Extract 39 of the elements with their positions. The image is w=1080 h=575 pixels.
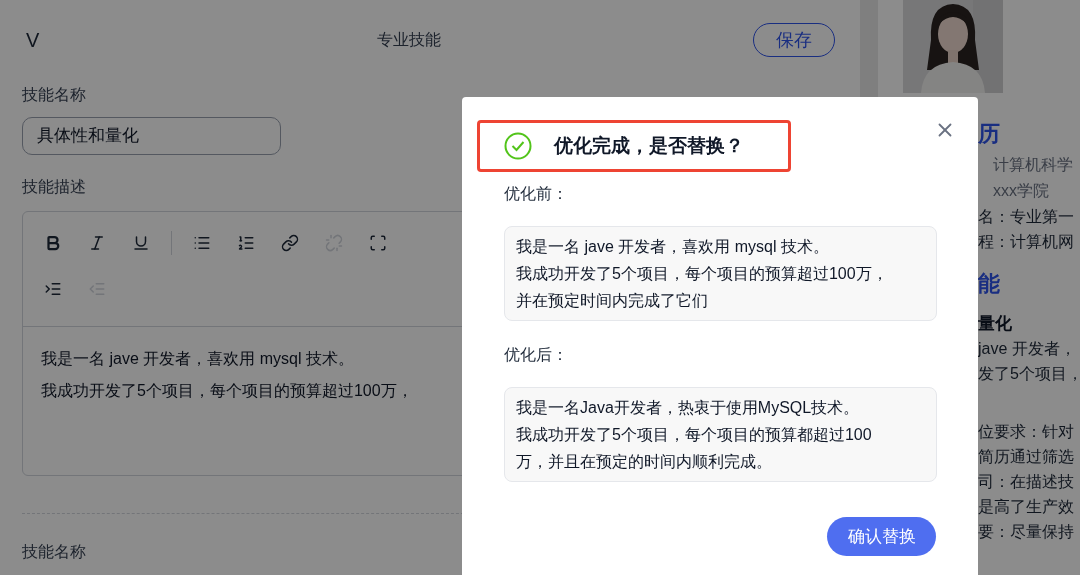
link-icon — [281, 234, 299, 252]
before-label: 优化前： — [504, 184, 569, 204]
confirm-replace-button[interactable]: 确认替换 — [827, 517, 936, 556]
resume-text: 量化 — [978, 313, 1013, 335]
resume-text: 简历通过筛选 — [978, 447, 1075, 467]
field-label: 技能名称 — [22, 542, 86, 562]
field-label: 技能名称 — [22, 85, 86, 105]
resume-text: 名：专业第一 — [978, 207, 1075, 227]
numbered-list-icon — [237, 234, 255, 252]
resume-text: 要：尽量保持 — [978, 522, 1075, 542]
skill-name-field[interactable]: 具体性和量化 — [22, 117, 281, 155]
before-text: 我是一名 jave 开发者，喜欢用 mysql 技术。 我成功开发了5个项目，每个项目的预算超过100万， 并在预定时间内完成了它们 — [504, 226, 937, 321]
editor-text-line: 我成功开发了5个项目，每个项目的预算超过100万， — [41, 381, 413, 401]
resume-text: xxx学院 — [992, 181, 1050, 201]
resume-text: 是高了生产效 — [978, 497, 1075, 517]
after-text: 我是一名Java开发者，热衷于使用MySQL技术。 我成功开发了5个项目，每个项目的预算都超过100 万，并且在预定的时间内顺利完成。 — [504, 387, 937, 482]
dialog-title: 优化完成，是否替换？ — [554, 133, 744, 158]
bullet-list-icon — [193, 234, 211, 252]
underline-icon — [132, 234, 150, 252]
resume-text: 发了5个项目， — [978, 364, 1080, 384]
outdent-icon — [88, 280, 106, 298]
resume-heading: 历 — [978, 119, 1001, 148]
field-label: 技能描述 — [22, 177, 86, 197]
resume-text: 位要求：针对 — [978, 422, 1075, 442]
resume-heading: 能 — [978, 269, 1001, 298]
after-label: 优化后： — [504, 345, 569, 365]
resume-text: 计算机科学 — [992, 155, 1074, 175]
collapse-icon[interactable]: V — [26, 25, 40, 55]
resume-text: 司：在描述技 — [978, 472, 1075, 492]
indent-icon — [44, 280, 62, 298]
resume-text: jave 开发者， — [978, 339, 1077, 359]
unlink-icon — [325, 234, 343, 252]
resume-text: 程：计算机网 — [978, 232, 1075, 252]
fullscreen-icon — [369, 234, 387, 252]
editor-text-line: 我是一名 jave 开发者，喜欢用 mysql 技术。 — [41, 349, 354, 369]
bold-icon — [44, 234, 62, 252]
section-title: 专业技能 — [377, 30, 441, 50]
italic-icon — [88, 234, 106, 252]
check-icon — [504, 132, 532, 160]
